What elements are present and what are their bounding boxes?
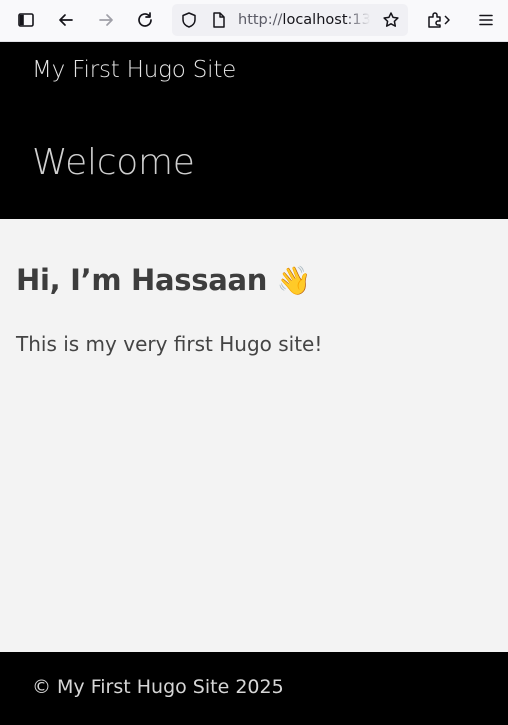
copyright-text: © My First Hugo Site 2025 — [32, 676, 284, 698]
forward-button[interactable] — [90, 5, 122, 35]
site-header: My First Hugo Site Welcome — [0, 42, 508, 219]
back-button[interactable] — [50, 5, 82, 35]
extensions-button[interactable] — [423, 5, 455, 35]
sidebar-icon — [18, 13, 34, 27]
url-scheme: http:// — [238, 12, 283, 28]
intro-paragraph: This is my very first Hugo site! — [16, 332, 323, 356]
page-title: Welcome — [32, 142, 195, 183]
url-host: localhost — [282, 12, 348, 28]
url-port: :13 — [347, 12, 370, 28]
browser-toolbar: http://localhost:13 — [0, 0, 508, 42]
sidebar-toggle-button[interactable] — [10, 5, 42, 35]
url-text[interactable]: http://localhost:13 — [238, 12, 370, 28]
waving-hand-emoji: 👋 — [276, 264, 312, 297]
site-title-link[interactable]: My First Hugo Site — [32, 57, 236, 83]
intro-heading-text: Hi, I’m Hassaan — [16, 263, 268, 297]
intro-heading: Hi, I’m Hassaan 👋 — [16, 263, 312, 297]
extensions-icon — [428, 12, 450, 28]
hamburger-menu-icon — [479, 14, 493, 26]
reload-icon — [138, 12, 152, 27]
site-footer: © My First Hugo Site 2025 — [0, 652, 508, 725]
forward-arrow-icon — [99, 14, 113, 26]
reload-button[interactable] — [129, 5, 161, 35]
page-info-icon[interactable] — [210, 11, 228, 29]
bookmark-star-icon[interactable] — [382, 11, 400, 29]
shield-icon[interactable] — [180, 11, 198, 29]
menu-button[interactable] — [470, 5, 502, 35]
back-arrow-icon — [59, 14, 73, 26]
address-bar[interactable]: http://localhost:13 — [172, 4, 408, 36]
main-content: Hi, I’m Hassaan 👋 This is my very first … — [0, 219, 508, 652]
